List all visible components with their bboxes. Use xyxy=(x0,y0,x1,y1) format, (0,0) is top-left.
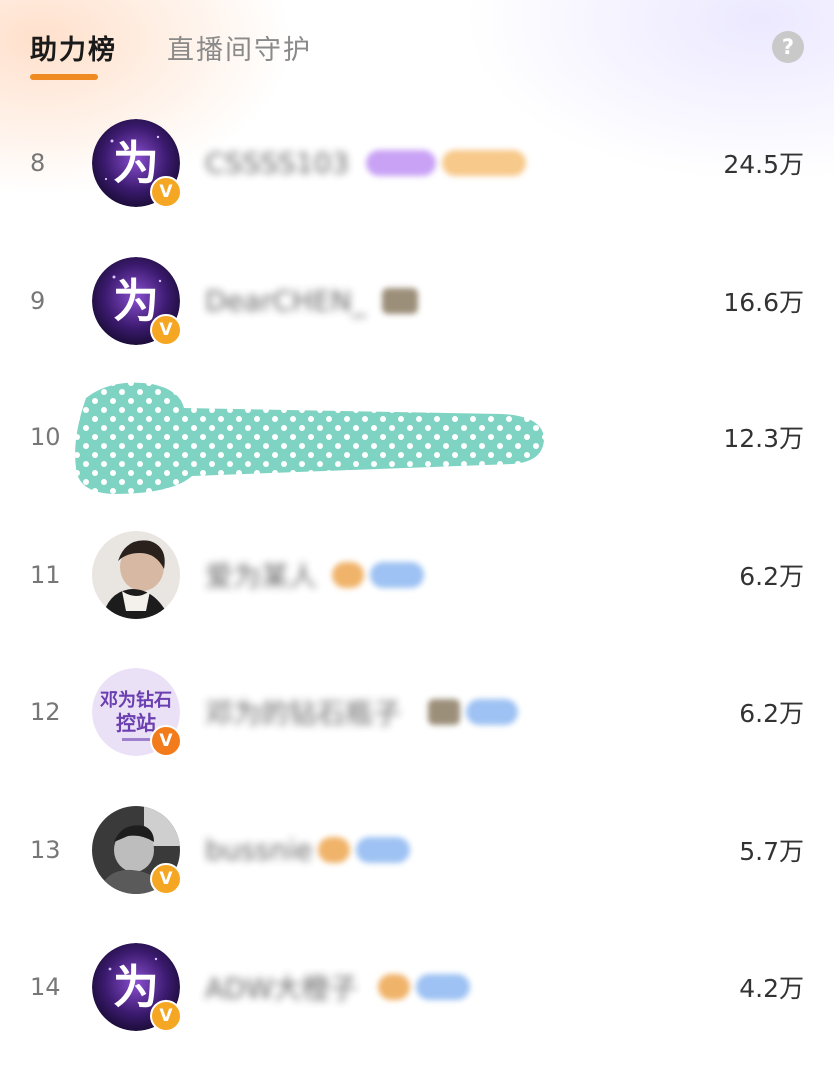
support-score: 12.3万 xyxy=(723,424,804,453)
support-score: 5.7万 xyxy=(739,837,804,866)
rank-number: 9 xyxy=(30,287,46,315)
avatar-logo-text: 控站 xyxy=(116,711,156,735)
ranking-row[interactable]: 8 为 V CSSSS103 24.5万 xyxy=(0,94,834,232)
user-badges xyxy=(366,150,526,176)
ranking-row[interactable]: 9 为 V DearCHEN_ 16.6万 xyxy=(0,232,834,370)
rank-number: 10 xyxy=(30,423,61,451)
rank-number: 13 xyxy=(30,836,61,864)
help-icon[interactable]: ? xyxy=(772,31,804,63)
verified-badge-icon: V xyxy=(150,725,182,757)
tab-live-guard[interactable]: 直播间守护 xyxy=(167,28,312,88)
level-badge-icon xyxy=(416,974,470,1000)
verified-badge-icon: V xyxy=(150,176,182,208)
censor-scribble xyxy=(75,382,544,494)
crown-badge-icon xyxy=(428,699,460,725)
fan-badge-icon xyxy=(378,974,410,1000)
verified-badge-icon: V xyxy=(150,863,182,895)
active-tab-indicator xyxy=(30,74,98,80)
level-badge-icon xyxy=(366,150,436,176)
ranking-row[interactable]: 11 爱为某人 6.2万 xyxy=(0,506,834,644)
fan-badge-icon xyxy=(318,837,350,863)
username[interactable]: 邓为的钻石瓶子 xyxy=(205,692,401,732)
support-score: 6.2万 xyxy=(739,562,804,591)
user-badges xyxy=(378,974,470,1000)
support-score: 16.6万 xyxy=(723,288,804,317)
crown-badge-icon xyxy=(382,288,418,314)
verified-badge-icon: V xyxy=(150,1000,182,1032)
username[interactable]: CSSSS103 xyxy=(205,147,349,180)
level-badge-icon xyxy=(356,837,410,863)
avatar-logo-text: 邓为钻石 xyxy=(100,689,172,711)
user-badges xyxy=(318,837,410,863)
ranking-row[interactable]: 14 为 V ADW大橙子 4.2万 xyxy=(0,918,834,1056)
rank-number: 12 xyxy=(30,698,61,726)
level-badge-icon xyxy=(466,699,518,725)
fan-badge-icon xyxy=(332,562,364,588)
verified-badge-icon: V xyxy=(150,314,182,346)
username[interactable]: bussnie xyxy=(205,834,312,867)
ranking-row[interactable]: 13 V bussnie 5.7万 xyxy=(0,781,834,919)
ranking-row[interactable]: 12 邓为钻石 控站 V 邓为的钻石瓶子 6.2万 xyxy=(0,643,834,781)
rank-number: 8 xyxy=(30,149,46,177)
username[interactable]: DearCHEN_ xyxy=(205,285,366,318)
support-score: 6.2万 xyxy=(739,699,804,728)
username[interactable]: 爱为某人 xyxy=(205,555,317,595)
rank-number: 11 xyxy=(30,561,61,589)
fan-badge-icon xyxy=(442,150,526,176)
support-score: 24.5万 xyxy=(723,150,804,179)
username[interactable]: ADW大橙子 xyxy=(205,967,357,1007)
rank-number: 14 xyxy=(30,973,61,1001)
user-badges xyxy=(382,288,418,314)
user-badges xyxy=(332,562,424,588)
support-score: 4.2万 xyxy=(739,974,804,1003)
user-badges xyxy=(428,699,518,725)
avatar[interactable] xyxy=(92,531,180,619)
level-badge-icon xyxy=(370,562,424,588)
